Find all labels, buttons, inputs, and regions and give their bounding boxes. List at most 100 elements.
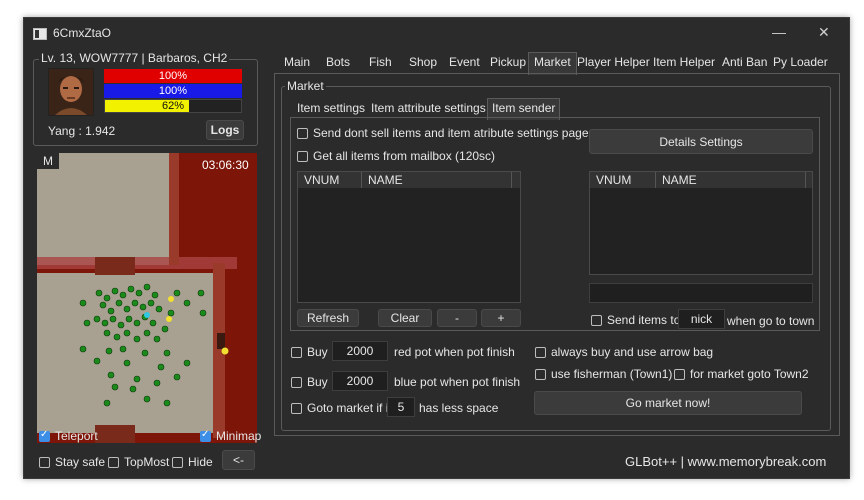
arrow-bag-checkbox[interactable]: always buy and use arrow bag — [535, 345, 713, 359]
subtab-item-attribute-settings[interactable]: Item attribute settings — [371, 101, 486, 115]
target-list-header: VNUM NAME — [590, 172, 812, 188]
sender-list-header: VNUM NAME — [298, 172, 520, 188]
fisherman-label: use fisherman (Town1) — [551, 367, 673, 381]
logs-button[interactable]: Logs — [206, 120, 244, 140]
goto-market-checkbox[interactable]: Goto market if i — [291, 401, 388, 415]
topmost-label: TopMost — [124, 455, 170, 469]
yang-amount: Yang : 1.942 — [48, 124, 116, 138]
details-settings-button[interactable]: Details Settings — [589, 129, 813, 154]
market-town2-box-icon — [674, 368, 685, 380]
col-name-header-2[interactable]: NAME — [656, 172, 806, 188]
buy-blue-checkbox[interactable]: Buy — [291, 375, 328, 389]
minimap-time: 03:06:30 — [202, 158, 249, 172]
market-town2-label: for market goto Town2 — [690, 367, 809, 381]
goto-market-box-icon — [291, 402, 302, 414]
topmost-box-icon — [108, 456, 119, 468]
buy-red-label: Buy — [307, 345, 328, 359]
stay-safe-checkbox[interactable]: Stay safe — [39, 455, 105, 469]
refresh-button[interactable]: Refresh — [297, 309, 359, 327]
tab-player-helper[interactable]: Player Helper — [577, 55, 650, 69]
avatar-face-icon — [49, 69, 93, 115]
subtab-item-settings[interactable]: Item settings — [297, 101, 365, 115]
minus-button[interactable]: - — [437, 309, 477, 327]
tab-pickup[interactable]: Pickup — [490, 55, 526, 69]
market-group-label: Market — [285, 79, 326, 93]
send-dont-sell-checkbox[interactable]: Send dont sell items and item atribute s… — [297, 126, 589, 140]
buy-blue-box-icon — [291, 376, 302, 388]
tab-py-loader[interactable]: Py Loader — [773, 55, 828, 69]
minimap-checkbox[interactable]: Minimap — [200, 429, 261, 443]
arrow-bag-box-icon — [535, 346, 546, 358]
tab-market[interactable]: Market — [528, 52, 577, 75]
col-vnum-header-2[interactable]: VNUM — [590, 172, 656, 188]
minimap-canvas — [37, 153, 257, 443]
sender-items-list[interactable]: VNUM NAME — [297, 171, 521, 303]
minimap[interactable] — [37, 153, 257, 443]
hp-bar-track: 100% — [104, 69, 242, 83]
teleport-checkbox[interactable]: Teleport — [39, 429, 98, 443]
tab-item-helper[interactable]: Item Helper — [653, 55, 715, 69]
blue-pot-label: blue pot when pot finish — [394, 375, 521, 389]
target-filter-input[interactable] — [589, 283, 813, 303]
tab-fish[interactable]: Fish — [369, 55, 392, 69]
character-title: Lv. 13, WOW7777 | Barbaros, CH2 — [39, 51, 230, 65]
goto-market-label: Goto market if i — [307, 401, 389, 415]
hide-checkbox[interactable]: Hide — [172, 455, 213, 469]
tab-bots[interactable]: Bots — [326, 55, 350, 69]
minimap-check-icon — [200, 429, 211, 442]
get-mailbox-label: Get all items from mailbox (120sc) — [313, 149, 496, 163]
close-icon[interactable]: ✕ — [818, 24, 830, 41]
when-go-town-label: when go to town — [727, 314, 815, 328]
clear-button[interactable]: Clear — [378, 309, 432, 327]
stay-safe-box-icon — [39, 456, 50, 468]
footer-text: GLBot++ | www.memorybreak.com — [625, 454, 827, 469]
arrow-bag-label: always buy and use arrow bag — [551, 345, 714, 359]
get-mailbox-box-icon — [297, 150, 308, 162]
tab-shop[interactable]: Shop — [409, 55, 437, 69]
window-title: 6CmxZtaO — [53, 26, 112, 40]
buy-red-checkbox[interactable]: Buy — [291, 345, 328, 359]
minimize-icon[interactable]: — — [772, 24, 786, 40]
fisherman-box-icon — [535, 368, 546, 380]
main-window: 6CmxZtaO — ✕ Lv. 13, WOW7777 | Barbaros,… — [23, 17, 850, 479]
go-market-now-button[interactable]: Go market now! — [534, 391, 802, 415]
nick-input[interactable]: nick — [678, 309, 725, 329]
send-dont-sell-box-icon — [297, 127, 308, 139]
fisherman-checkbox[interactable]: use fisherman (Town1) — [535, 367, 672, 381]
blue-pot-amount-input[interactable]: 2000 — [332, 371, 388, 391]
send-items-checkbox[interactable]: Send items to — [591, 313, 680, 327]
avatar — [48, 68, 94, 116]
topmost-checkbox[interactable]: TopMost — [108, 455, 169, 469]
teleport-check-icon — [39, 429, 50, 442]
app-icon — [33, 28, 47, 40]
buy-blue-label: Buy — [307, 375, 328, 389]
tab-event[interactable]: Event — [449, 55, 480, 69]
buy-red-box-icon — [291, 346, 302, 358]
red-pot-label: red pot when pot finish — [394, 345, 515, 359]
hp-value: 100% — [158, 70, 188, 82]
minimap-mode-button[interactable]: M — [37, 153, 59, 169]
red-pot-amount-input[interactable]: 2000 — [332, 341, 388, 361]
stay-safe-label: Stay safe — [55, 455, 106, 469]
teleport-label: Teleport — [55, 429, 98, 443]
col-vnum-header[interactable]: VNUM — [298, 172, 362, 188]
market-town2-checkbox[interactable]: for market goto Town2 — [674, 367, 809, 381]
minimap-toggle-label: Minimap — [216, 429, 262, 443]
sp-value: 100% — [158, 85, 188, 97]
exp-bar-track: 62% — [104, 99, 242, 113]
plus-button[interactable]: + — [481, 309, 521, 327]
tab-anti-ban[interactable]: Anti Ban — [722, 55, 767, 69]
get-mailbox-checkbox[interactable]: Get all items from mailbox (120sc) — [297, 149, 495, 163]
sp-bar-track: 100% — [104, 84, 242, 98]
title-bar: 6CmxZtaO — ✕ — [24, 18, 849, 48]
less-space-label: has less space — [419, 401, 499, 415]
send-dont-sell-label: Send dont sell items and item atribute s… — [313, 126, 589, 140]
space-amount-input[interactable]: 5 — [387, 397, 415, 417]
target-items-list[interactable]: VNUM NAME — [589, 171, 813, 275]
send-items-label: Send items to — [607, 313, 681, 327]
hide-label: Hide — [188, 455, 213, 469]
back-button[interactable]: <- — [222, 450, 255, 470]
tab-main[interactable]: Main — [284, 55, 310, 69]
col-name-header[interactable]: NAME — [362, 172, 512, 188]
exp-value: 62% — [161, 100, 185, 112]
